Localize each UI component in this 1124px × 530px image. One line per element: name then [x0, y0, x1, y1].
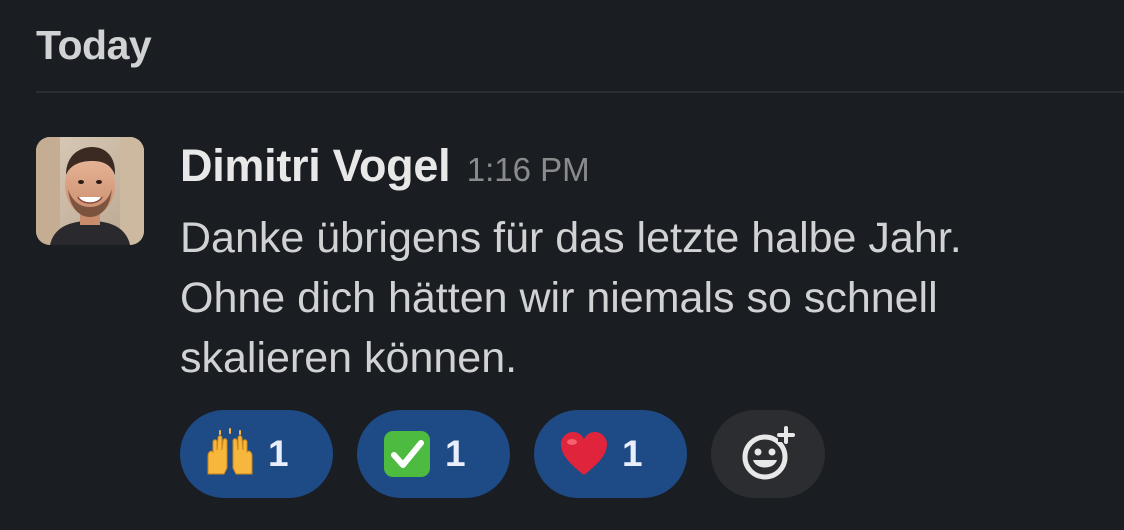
reaction-count: 1	[268, 433, 289, 474]
reaction-check-mark[interactable]: 1	[357, 410, 510, 498]
raising-hands-icon	[204, 428, 256, 480]
day-divider-label[interactable]: Today	[36, 22, 152, 69]
reaction-heart[interactable]: 1	[534, 410, 687, 498]
message-line: skalieren können.	[180, 334, 518, 382]
message-line: Ohne dich hätten wir niemals so schnell	[180, 274, 938, 322]
message-header: Dimitri Vogel 1:16 PM	[180, 140, 590, 192]
message-pane: Today Dimitri Vogel 1:16 PM Danke übrige…	[0, 0, 1124, 530]
add-emoji-icon	[742, 426, 795, 480]
red-heart-icon	[558, 428, 610, 480]
sender-name[interactable]: Dimitri Vogel	[180, 140, 451, 191]
add-reaction-button[interactable]	[711, 410, 825, 498]
day-divider-line	[36, 91, 1124, 93]
message-line: Danke übrigens für das letzte halbe Jahr…	[180, 214, 962, 262]
reaction-raising-hands[interactable]: 1	[180, 410, 333, 498]
avatar-photo-icon	[36, 137, 144, 245]
message-text: Danke übrigens für das letzte halbe Jahr…	[180, 208, 1110, 388]
avatar[interactable]	[36, 137, 144, 245]
white-check-mark-icon	[381, 428, 433, 480]
message-timestamp[interactable]: 1:16 PM	[467, 151, 590, 188]
reaction-count: 1	[445, 433, 466, 474]
reaction-count: 1	[622, 433, 643, 474]
